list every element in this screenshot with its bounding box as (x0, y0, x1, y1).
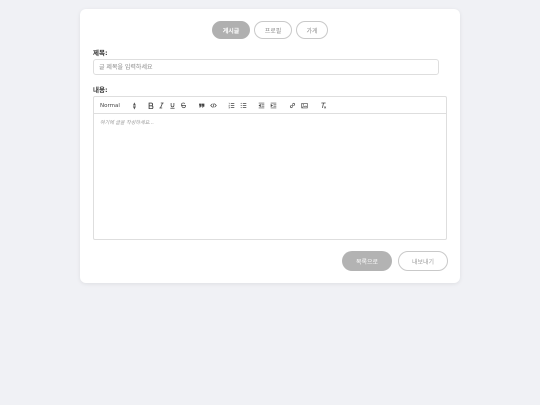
underline-icon[interactable] (168, 97, 177, 114)
rich-text-editor: Normal ▲ ▼ 여기에 글을 작성하세요... (93, 96, 447, 240)
strike-icon[interactable] (179, 97, 188, 114)
code-icon[interactable] (209, 97, 218, 114)
bold-icon[interactable] (146, 97, 155, 114)
post-editor-card: 게시글 프로필 가게 제목: 내용: Normal ▲▼ (80, 9, 460, 283)
tab-bar: 게시글 프로필 가게 (80, 21, 460, 39)
blockquote-icon[interactable] (197, 97, 206, 114)
tab-profile[interactable]: 프로필 (254, 21, 292, 39)
editor-placeholder: 여기에 글을 작성하세요... (100, 120, 154, 126)
outdent-icon[interactable] (257, 97, 266, 114)
image-icon[interactable] (300, 97, 309, 114)
clear-format-icon[interactable] (319, 97, 328, 114)
editor-toolbar: Normal ▲ ▼ (94, 97, 446, 114)
back-to-list-button[interactable]: 목록으로 (342, 251, 392, 271)
tab-store[interactable]: 가게 (296, 21, 328, 39)
title-input[interactable] (93, 59, 439, 75)
tab-posts[interactable]: 게시글 (212, 21, 250, 39)
select-caret-icon: ▲ ▼ (132, 101, 136, 110)
title-label: 제목: (93, 49, 108, 57)
content-label: 내용: (93, 86, 108, 94)
editor-body[interactable]: 여기에 글을 작성하세요... (94, 114, 446, 239)
export-button[interactable]: 내보내기 (398, 251, 448, 271)
header-select-value: Normal (100, 102, 120, 109)
italic-icon[interactable] (157, 97, 166, 114)
indent-icon[interactable] (269, 97, 278, 114)
header-select[interactable]: Normal ▲ ▼ (100, 97, 138, 114)
link-icon[interactable] (288, 97, 297, 114)
ordered-list-icon[interactable] (227, 97, 236, 114)
bullet-list-icon[interactable] (239, 97, 248, 114)
